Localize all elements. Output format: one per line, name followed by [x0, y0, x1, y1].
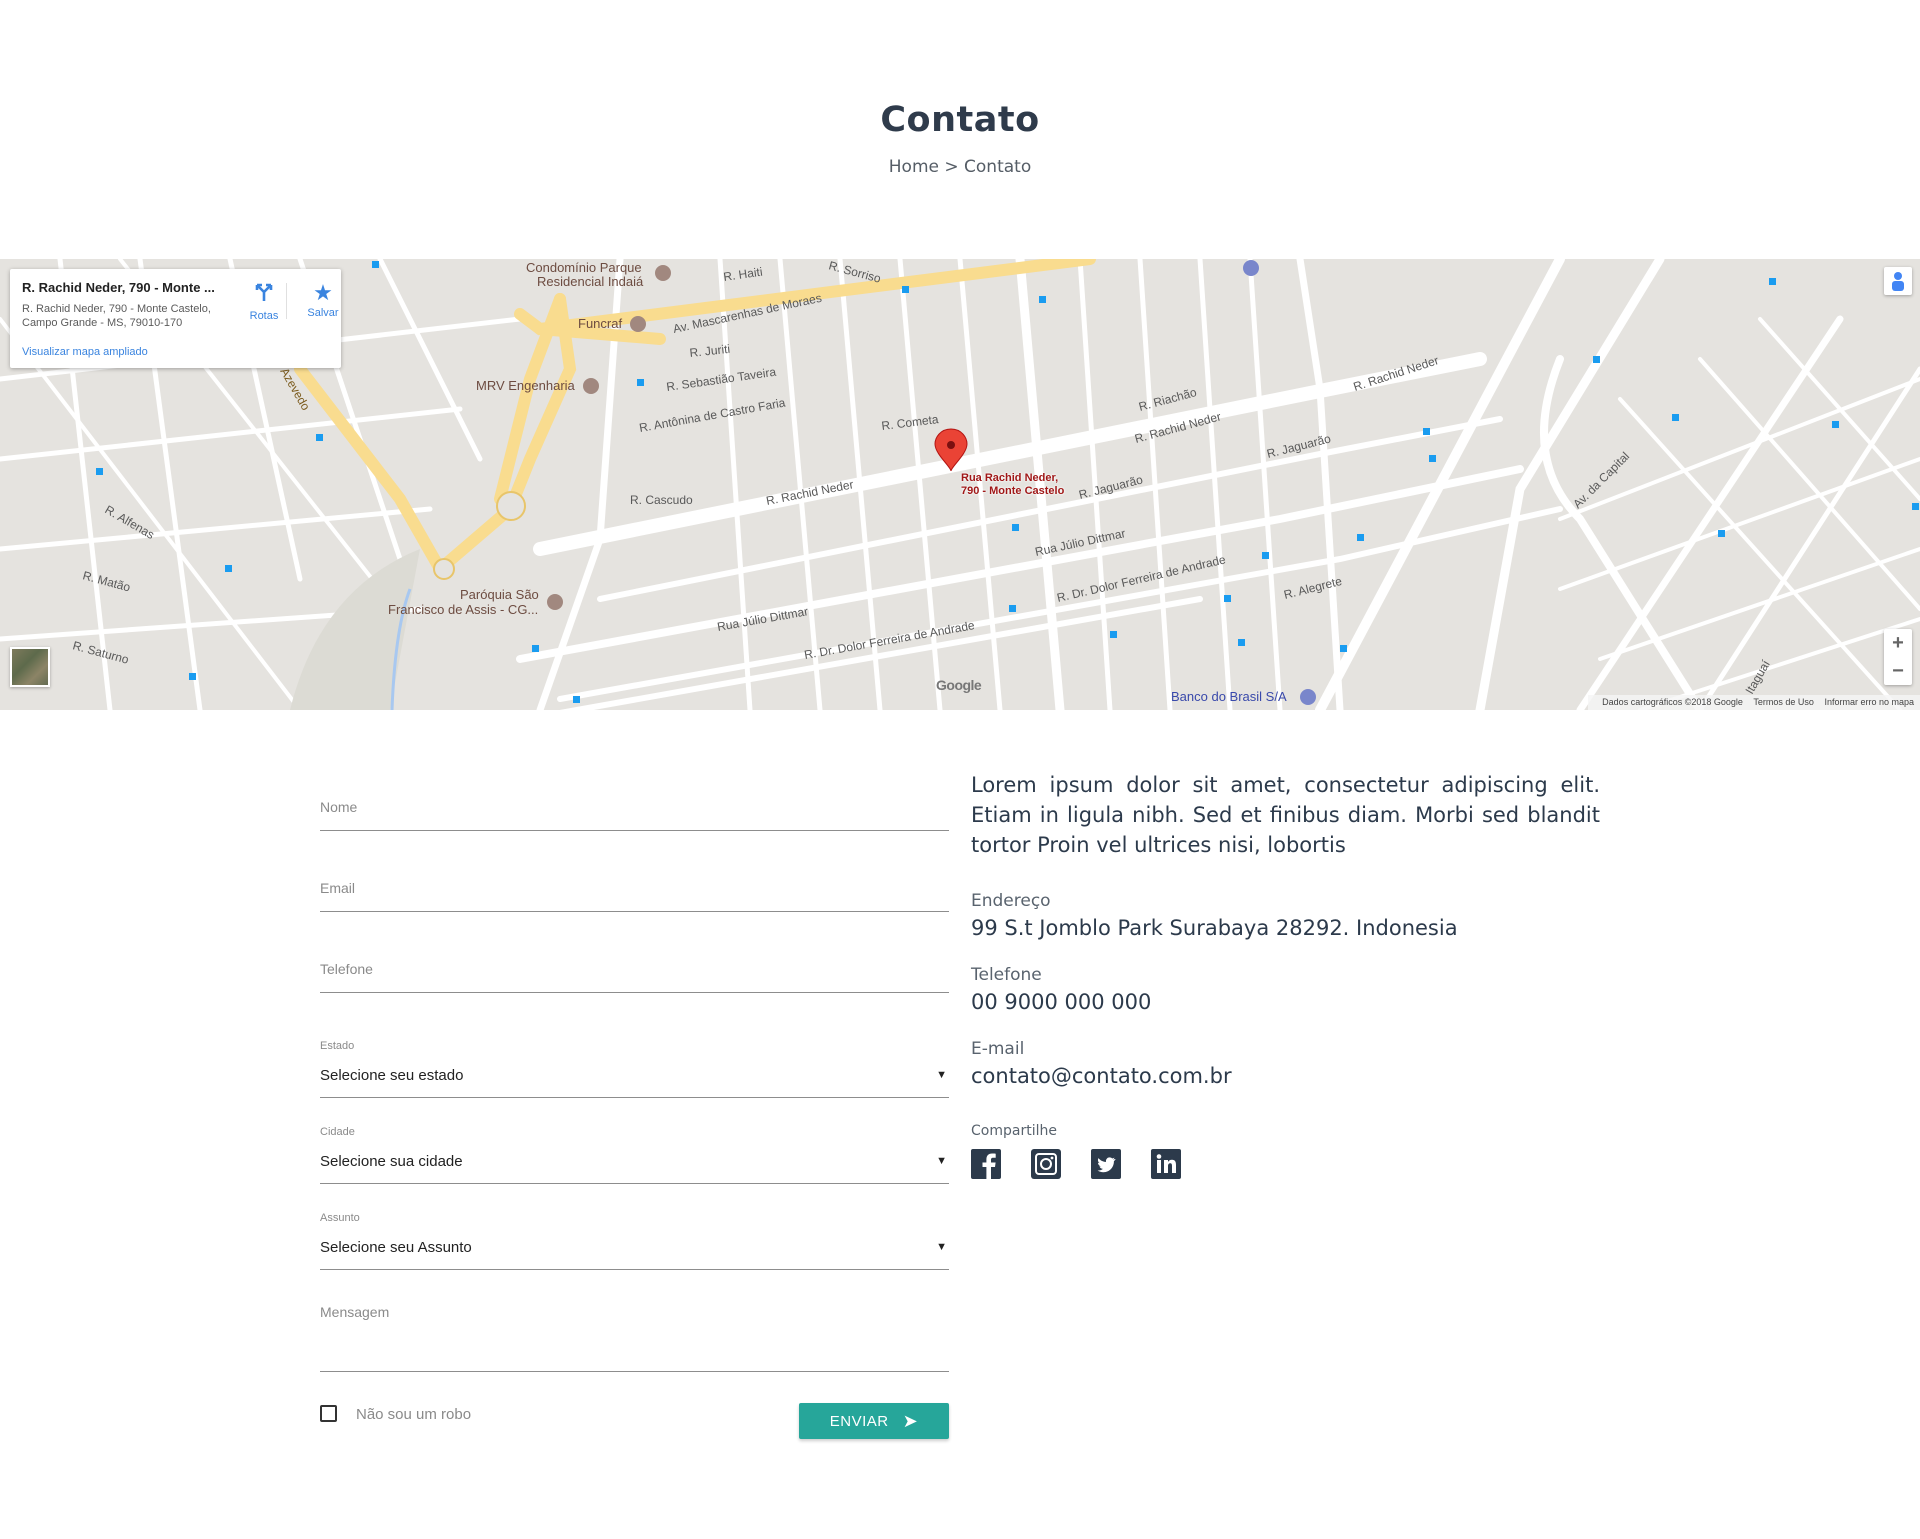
pegman-icon [1892, 272, 1904, 291]
page-title: Contato [880, 100, 1040, 140]
message-placeholder: Mensagem [320, 1304, 390, 1320]
street-view-button[interactable] [1884, 267, 1912, 295]
share-label: Compartilhe [971, 1123, 1057, 1139]
directions-button[interactable]: Rotas [239, 281, 289, 322]
subject-value: Selecione seu Assunto [320, 1239, 472, 1256]
map-label: R. Antônina de Castro Faria [638, 395, 787, 435]
phone-placeholder: Telefone [320, 961, 373, 977]
save-button[interactable]: ★ Salvar [298, 280, 348, 320]
phone-field[interactable]: Telefone [320, 942, 949, 993]
map-label: R. Matão [81, 568, 132, 594]
map-label: R. Cascudo [630, 493, 693, 507]
map-label: R. Cometa [881, 412, 940, 433]
captcha-label: Não sou um robo [356, 1406, 472, 1423]
divider [286, 283, 287, 319]
state-label: Estado [320, 1040, 355, 1052]
satellite-toggle[interactable] [10, 647, 50, 687]
address-value: 99 S.t Jomblo Park Surabaya 28292. Indon… [971, 916, 1458, 940]
google-logo: Google [936, 677, 982, 693]
poi-label: Banco do Brasil S/A [1171, 689, 1287, 704]
map-label: R. Rachid Neder [765, 477, 855, 508]
poi-label: Condomínio Parque [526, 260, 642, 275]
phone-label: Telefone [971, 965, 1042, 985]
poi-label: Paróquia São [460, 587, 539, 602]
name-field[interactable]: Nome [320, 780, 949, 831]
subject-select[interactable]: Assunto Selecione seu Assunto ▼ [320, 1212, 949, 1270]
send-button[interactable]: ENVIAR ➤ [799, 1403, 949, 1439]
map-place-address: R. Rachid Neder, 790 - Monte Castelo, Ca… [22, 303, 211, 329]
name-placeholder: Nome [320, 799, 358, 815]
facebook-icon[interactable] [971, 1149, 1001, 1179]
report-link[interactable]: Informar erro no mapa [1824, 697, 1914, 707]
map-pin-label[interactable]: Rua Rachid Neder, 790 - Monte Castelo [961, 472, 1064, 498]
city-label: Cidade [320, 1126, 355, 1138]
email-placeholder: Email [320, 880, 356, 896]
email-value[interactable]: contato@contato.com.br [971, 1064, 1232, 1088]
instagram-icon[interactable] [1031, 1149, 1061, 1179]
map-attribution: Dados cartográficos ©2018 Google Termos … [1588, 695, 1920, 710]
map[interactable]: Av. Mascarenhas de Moraes R. Rachid Nede… [0, 259, 1920, 710]
subject-label: Assunto [320, 1212, 360, 1224]
captcha-checkbox[interactable] [320, 1405, 337, 1422]
directions-icon [239, 281, 289, 308]
chevron-down-icon: ▼ [936, 1155, 947, 1167]
intro-text: Lorem ipsum dolor sit amet, consectetur … [971, 773, 1600, 857]
map-label: R. Sorriso [827, 259, 882, 286]
zoom-in-button[interactable]: + [1884, 629, 1912, 657]
enlarge-map-link[interactable]: Visualizar mapa ampliado [22, 346, 148, 358]
state-value: Selecione seu estado [320, 1067, 464, 1084]
message-field[interactable]: Mensagem [320, 1304, 949, 1372]
city-value: Selecione sua cidade [320, 1153, 463, 1170]
city-select[interactable]: Cidade Selecione sua cidade ▼ [320, 1126, 949, 1184]
poi-label: Francisco de Assis - CG... [388, 602, 538, 617]
map-info-card: R. Rachid Neder, 790 - Monte ... R. Rach… [10, 269, 341, 368]
linkedin-icon[interactable] [1151, 1149, 1181, 1179]
poi-label: Residencial Indaiá [537, 274, 644, 289]
chevron-down-icon: ▼ [936, 1241, 947, 1253]
chevron-down-icon: ▼ [936, 1069, 947, 1081]
breadcrumb[interactable]: Home > Contato [0, 157, 1920, 177]
map-label: R. Haiti [722, 265, 763, 284]
terms-link[interactable]: Termos de Uso [1753, 697, 1814, 707]
state-select[interactable]: Estado Selecione seu estado ▼ [320, 1040, 949, 1098]
address-label: Endereço [971, 891, 1051, 911]
star-icon: ★ [313, 280, 333, 305]
zoom-control: + − [1884, 629, 1912, 685]
send-icon: ➤ [902, 1411, 919, 1431]
zoom-out-button[interactable]: − [1884, 657, 1912, 685]
map-place-title: R. Rachid Neder, 790 - Monte ... [22, 280, 215, 295]
twitter-icon[interactable] [1091, 1149, 1121, 1179]
poi-label: MRV Engenharia [476, 378, 576, 393]
email-label: E-mail [971, 1039, 1025, 1059]
map-label: R. Sebastião Taveira [665, 365, 777, 394]
poi-label: Funcraf [578, 316, 622, 331]
phone-value: 00 9000 000 000 [971, 990, 1152, 1014]
map-label: Rua Júlio Dittmar [716, 604, 809, 634]
email-field[interactable]: Email [320, 861, 949, 912]
